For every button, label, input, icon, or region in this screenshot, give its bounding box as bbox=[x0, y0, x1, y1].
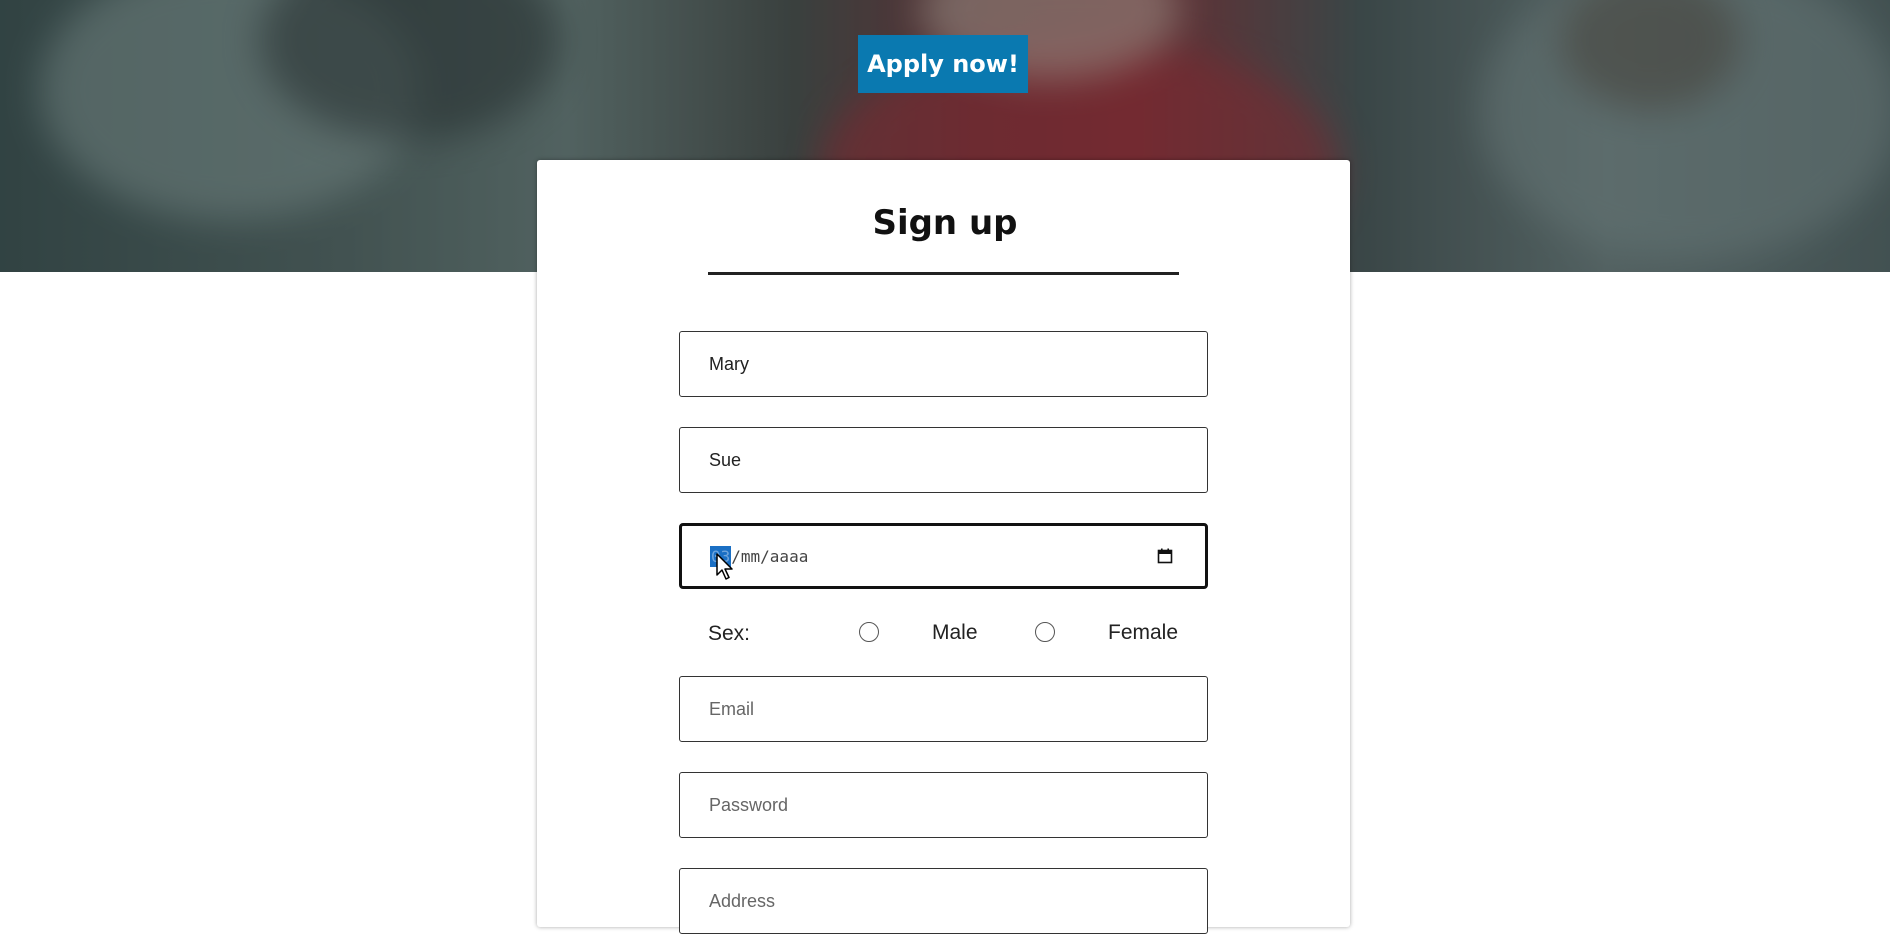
calendar-icon[interactable] bbox=[1157, 548, 1173, 564]
radio-male[interactable] bbox=[859, 622, 879, 642]
email-input[interactable] bbox=[679, 676, 1208, 742]
apply-now-button[interactable]: Apply now! bbox=[858, 35, 1028, 93]
mouse-cursor-icon bbox=[716, 553, 734, 583]
first-name-input[interactable] bbox=[679, 331, 1208, 397]
title-divider bbox=[708, 272, 1179, 275]
radio-female-label[interactable]: Female bbox=[1108, 621, 1178, 645]
password-input[interactable] bbox=[679, 772, 1208, 838]
sex-label: Sex: bbox=[708, 622, 751, 645]
last-name-input[interactable] bbox=[679, 427, 1208, 493]
birth-date-input[interactable]: 03/mm/aaaa bbox=[679, 523, 1208, 589]
radio-female[interactable] bbox=[1035, 622, 1055, 642]
address-input[interactable] bbox=[679, 868, 1208, 934]
signup-title: Sign up bbox=[872, 203, 1018, 243]
date-placeholder-rest: /mm/aaaa bbox=[731, 546, 809, 566]
radio-male-label[interactable]: Male bbox=[932, 621, 978, 645]
